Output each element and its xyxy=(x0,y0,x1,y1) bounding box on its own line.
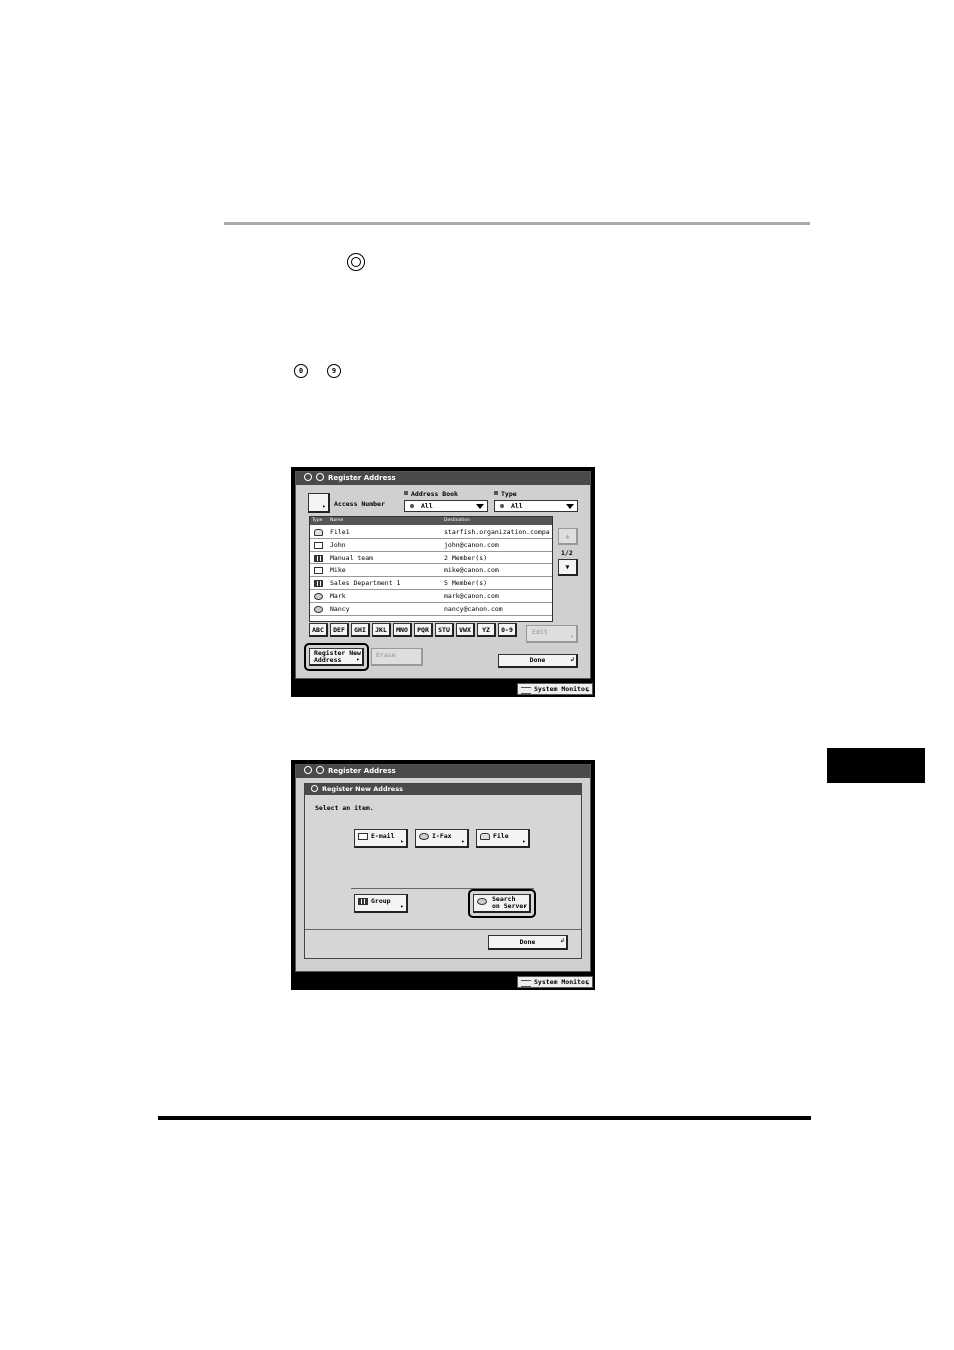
erase-button[interactable]: Erase xyxy=(371,648,423,666)
email-button[interactable]: E-mail ▸ xyxy=(354,829,408,848)
column-name: Name xyxy=(330,518,344,523)
ifax-icon xyxy=(419,833,429,840)
group-icon xyxy=(358,898,368,905)
page-indicator: 1/2 xyxy=(561,549,573,557)
settings-icon xyxy=(304,473,312,481)
alpha-tab[interactable]: GHI xyxy=(351,623,370,637)
address-book-icon xyxy=(316,766,324,774)
screen-title: Register Address xyxy=(328,474,396,482)
address-book-label: Address Book xyxy=(404,490,458,498)
scroll-down-button[interactable]: ▼ xyxy=(558,559,578,576)
register-address-screen: Register Address ▸ Access Number Address… xyxy=(291,467,595,697)
dialog-title-bar: Register New Address xyxy=(305,784,581,795)
alpha-index-bar: ABC DEF GHI JKL MNO PQR STU VWX YZ 0-9 xyxy=(309,623,523,637)
done-button[interactable]: Done ↲ xyxy=(498,654,578,668)
top-rule xyxy=(224,222,810,225)
chapter-tab xyxy=(827,748,925,783)
list-item[interactable]: File1 starfish.organization.compa xyxy=(310,526,552,539)
list-item[interactable]: Manual team 2 Member(s) xyxy=(310,552,552,565)
alpha-tab[interactable]: YZ xyxy=(477,623,496,637)
alpha-tab[interactable]: VWX xyxy=(456,623,475,637)
file-icon xyxy=(480,833,490,840)
group-icon xyxy=(314,554,323,562)
triangle-down-icon: ▼ xyxy=(565,563,570,571)
divider xyxy=(305,929,581,930)
address-list: Type Name Destination File1 starfish.orga… xyxy=(309,516,553,622)
monitor-icon xyxy=(521,980,531,987)
alpha-tab[interactable]: ABC xyxy=(309,623,328,637)
alpha-tab[interactable]: PQR xyxy=(414,623,433,637)
system-monitor-button[interactable]: System Monitor ▸ xyxy=(517,976,593,988)
numeric-key-icon: 0 xyxy=(294,364,308,378)
highlight-frame xyxy=(468,889,536,918)
list-item[interactable]: John john@canon.com xyxy=(310,539,552,552)
list-header: Type Name Destination xyxy=(310,517,552,525)
address-book-icon xyxy=(316,473,324,481)
settings-icon xyxy=(304,766,312,774)
alpha-tab[interactable]: STU xyxy=(435,623,454,637)
file-button[interactable]: File ▸ xyxy=(476,829,530,848)
alpha-tab[interactable]: 0-9 xyxy=(498,623,517,637)
triangle-up-icon: ▲ xyxy=(565,532,570,540)
alpha-tab[interactable]: DEF xyxy=(330,623,349,637)
return-icon: ↲ xyxy=(570,656,574,663)
access-number-label: Access Number xyxy=(334,500,385,508)
settings-key-icon xyxy=(347,253,365,271)
column-type: Type xyxy=(312,518,323,523)
highlight-frame xyxy=(304,643,369,671)
email-icon xyxy=(358,833,368,840)
ifax-button[interactable]: I-Fax ▸ xyxy=(415,829,469,848)
settings-icon xyxy=(311,785,318,792)
type-label: Type xyxy=(494,490,517,498)
chevron-down-icon xyxy=(566,504,574,509)
ifax-icon xyxy=(314,593,323,600)
scroll-up-button[interactable]: ▲ xyxy=(558,528,578,545)
title-bar: Register Address xyxy=(296,472,590,485)
register-address-panel: Register Address Register New Address Se… xyxy=(295,764,591,972)
select-prompt: Select an item. xyxy=(315,804,374,812)
register-new-address-screen: Register Address Register New Address Se… xyxy=(291,760,595,990)
column-destination: Destination xyxy=(444,518,470,523)
list-item[interactable]: Mark mark@canon.com xyxy=(310,590,552,603)
return-icon: ↲ xyxy=(560,937,564,944)
list-item[interactable]: Mike mike@canon.com xyxy=(310,564,552,578)
bottom-rule xyxy=(158,1116,811,1120)
system-monitor-button[interactable]: System Monitor ▸ xyxy=(517,683,593,695)
screen-title: Register Address xyxy=(328,767,396,775)
file-icon xyxy=(314,529,323,536)
group-icon xyxy=(314,580,323,588)
list-item[interactable]: Nancy nancy@canon.com xyxy=(310,603,552,616)
access-number-button[interactable]: ▸ xyxy=(308,493,330,513)
alpha-tab[interactable]: JKL xyxy=(372,623,391,637)
monitor-icon xyxy=(521,687,531,694)
type-select[interactable]: All xyxy=(494,500,578,512)
email-icon xyxy=(314,541,323,549)
numeric-key-icon: 9 xyxy=(327,364,341,378)
title-bar: Register Address xyxy=(296,765,590,778)
dialog-title: Register New Address xyxy=(322,785,403,793)
edit-button[interactable]: Edit ▸ xyxy=(526,625,578,643)
address-book-select[interactable]: All xyxy=(404,500,488,512)
ifax-icon xyxy=(314,605,323,613)
alpha-tab[interactable]: MNO xyxy=(393,623,412,637)
chevron-down-icon xyxy=(476,504,484,509)
done-button[interactable]: Done ↲ xyxy=(488,935,568,950)
register-address-panel: Register Address ▸ Access Number Address… xyxy=(295,471,591,679)
arrow-icon: ▸ xyxy=(322,503,326,510)
group-button[interactable]: Group ▸ xyxy=(354,894,408,913)
register-new-address-dialog: Register New Address Select an item. E-m… xyxy=(304,783,582,959)
list-item[interactable]: Sales Department 15 Member(s) xyxy=(310,577,552,590)
email-icon xyxy=(314,567,323,575)
